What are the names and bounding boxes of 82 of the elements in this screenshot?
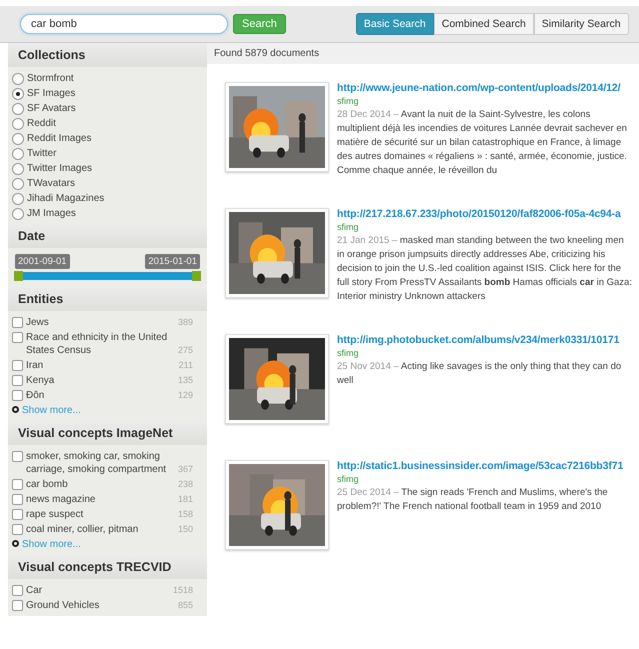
collection-label[interactable]: Reddit Images xyxy=(27,132,203,145)
collection-label[interactable]: Stormfront xyxy=(27,72,203,85)
section-heading: Visual concepts TRECVID xyxy=(8,555,207,579)
facet-count: 275 xyxy=(178,344,194,357)
collection-label[interactable]: Jihadi Magazines xyxy=(27,192,203,205)
source-label: sfimg xyxy=(337,222,360,232)
facet-label[interactable]: Đôn xyxy=(26,389,178,402)
end-date-label: 2015-01-01 xyxy=(145,254,200,269)
facet-count: 150 xyxy=(178,523,194,536)
section-heading: Visual concepts ImageNet xyxy=(8,421,207,445)
section-heading: Collections xyxy=(8,43,207,67)
facet-label[interactable]: rape suspect xyxy=(26,508,178,521)
radio-button[interactable] xyxy=(12,148,24,160)
collection-label[interactable]: SF Avatars xyxy=(27,102,203,115)
collection-label[interactable]: TWavatars xyxy=(27,177,203,190)
radio-button[interactable] xyxy=(12,178,24,190)
checkbox[interactable] xyxy=(12,509,23,520)
source-label: sfimg xyxy=(337,348,360,358)
search-mode-tab[interactable]: Combined Search xyxy=(434,13,534,35)
search-field[interactable]: car bomb xyxy=(20,14,228,34)
facet-count: 158 xyxy=(178,508,194,521)
radio-button[interactable] xyxy=(12,133,24,145)
source-label: sfimg xyxy=(337,474,360,484)
checkbox[interactable] xyxy=(12,585,23,596)
facet-label[interactable]: Jews xyxy=(26,316,178,329)
section-heading: Date xyxy=(8,224,207,248)
radio-button[interactable] xyxy=(12,88,24,100)
radio-button[interactable] xyxy=(12,118,24,130)
radio-button[interactable] xyxy=(12,208,24,220)
radio-button[interactable] xyxy=(12,193,24,205)
collection-label[interactable]: Reddit xyxy=(27,117,203,130)
facet-label[interactable]: Car xyxy=(26,584,173,597)
collection-label[interactable]: Twitter xyxy=(27,147,203,160)
facet-count: 129 xyxy=(178,389,194,402)
facet-label[interactable]: Ground Vehicles xyxy=(26,599,178,612)
checkbox[interactable] xyxy=(12,390,23,401)
radio-button[interactable] xyxy=(12,163,24,175)
facet-label[interactable]: news magazine xyxy=(26,493,178,506)
search-mode-tab[interactable]: Similarity Search xyxy=(534,13,629,35)
collection-label[interactable]: JM Images xyxy=(27,207,203,220)
facet-count: 135 xyxy=(178,374,194,387)
facet-count: 389 xyxy=(178,316,194,329)
circle-icon xyxy=(12,406,19,412)
start-date-label: 2001-09-01 xyxy=(15,254,70,269)
result-link[interactable]: http://217.218.67.233/photo/20150120/faf82006-f05a-4c94-a xyxy=(337,208,639,220)
checkbox[interactable] xyxy=(12,524,23,535)
result-snippet: 21 Jan 2015 – masked man standing between the two kneeling men in orange prison jumpsuits directly addresses Abe, criticizing his decision to join the U.S.-led coalition against ISIS. Click here for the full story From PressTV Assailants bomb Hamas officials car in Gaza: Interior ministry Unknown attackers xyxy=(337,234,633,304)
result-snippet: 28 Dec 2014 – Avant la nuit de la Saint-Sylvestre, les colons multiplient déjà les incendies de voitures Lannée devrait sachever en matière de sécurité sur un bilan catastrophique en France, à limage des autres domaines « régaliens » : santé, armée, économie, justice. Comme chaque année, le réveillon du xyxy=(337,108,628,178)
slider-handle[interactable] xyxy=(14,271,23,281)
result-link[interactable]: http://www.jeune-nation.com/wp-content/uploads/2014/12/ xyxy=(337,82,639,94)
result-link[interactable]: http://img.photobucket.com/albums/v234/merk0331/10171 xyxy=(337,334,639,346)
checkbox[interactable] xyxy=(12,451,23,462)
facet-count: 238 xyxy=(178,478,194,491)
checkbox[interactable] xyxy=(12,332,23,343)
facet-label[interactable]: Kenya xyxy=(26,374,178,387)
checkbox[interactable] xyxy=(12,317,23,328)
result-count: Found 5879 documents xyxy=(207,43,639,64)
facet-label[interactable]: Race and ethnicity in the United States Census xyxy=(26,331,178,357)
collection-label[interactable]: SF Images xyxy=(27,87,203,100)
collection-label[interactable]: Twitter Images xyxy=(27,162,203,175)
checkbox[interactable] xyxy=(12,479,23,490)
facet-label[interactable]: Iran xyxy=(26,359,179,372)
checkbox[interactable] xyxy=(12,375,23,386)
source-label: sfimg xyxy=(337,96,360,106)
result-snippet: 25 Nov 2014 – Acting like savages is the only thing that they can do well xyxy=(337,360,622,388)
checkbox[interactable] xyxy=(12,360,23,371)
result-snippet: 25 Dec 2014 – The sign reads 'French and Muslims, where's the problem?!' The French national football team in 1959 and 2010 xyxy=(337,486,609,514)
section-heading: Entities xyxy=(8,287,207,311)
checkbox[interactable] xyxy=(12,600,23,611)
radio-button[interactable] xyxy=(12,73,24,85)
facet-count: 855 xyxy=(178,599,194,612)
facet-count: 211 xyxy=(178,359,194,372)
circle-icon xyxy=(12,540,19,546)
facet-count: 1518 xyxy=(172,584,194,597)
facet-count: 181 xyxy=(178,493,194,506)
facet-label[interactable]: car bomb xyxy=(26,478,178,491)
facet-label[interactable]: coal miner, collier, pitman xyxy=(26,523,178,536)
slider-handle[interactable] xyxy=(192,271,201,281)
radio-button[interactable] xyxy=(12,103,24,115)
checkbox[interactable] xyxy=(12,494,23,505)
result-link[interactable]: http://static1.businessinsider.com/image/53cac7216bb3f71 xyxy=(337,460,639,472)
facet-count: 367 xyxy=(178,463,194,476)
